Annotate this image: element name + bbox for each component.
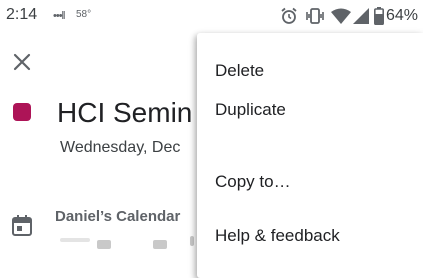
obscured-text [97,240,111,249]
vibrate-icon [306,8,324,24]
event-date: Wednesday, Dec [60,139,181,156]
cell-signal-icon [353,8,369,24]
close-icon[interactable] [10,50,34,74]
wifi-icon [331,8,351,24]
calendar-icon [12,215,32,236]
menu-item-label: Duplicate [215,100,286,119]
status-bar: 2:14 •••ll 58° 64% [0,0,423,32]
menu-item-copy-to[interactable]: Copy to… [197,162,423,202]
calendar-name: Daniel’s Calendar [55,208,181,225]
menu-item-label: Help & feedback [215,226,340,245]
battery-percent: 64% [386,7,419,24]
obscured-text [153,240,167,249]
alarm-icon [281,7,297,24]
obscured-text [60,238,90,242]
status-time: 2:14 [6,6,38,23]
menu-item-delete[interactable]: Delete [197,51,423,91]
menu-item-duplicate[interactable]: Duplicate [197,90,423,130]
weather-temperature: 58° [76,9,92,20]
menu-item-label: Delete [215,61,265,80]
status-icons: 64% [280,6,423,26]
event-title: HCI Semin [57,97,193,128]
menu-item-help-feedback[interactable]: Help & feedback [197,216,423,256]
event-color-indicator [13,103,31,121]
battery-icon [374,7,384,25]
signal-indicator: •••ll [53,10,65,22]
obscured-text [190,236,194,246]
menu-item-label: Copy to… [215,172,291,191]
overflow-menu: Delete Duplicate Copy to… Help & feedbac… [197,33,423,278]
